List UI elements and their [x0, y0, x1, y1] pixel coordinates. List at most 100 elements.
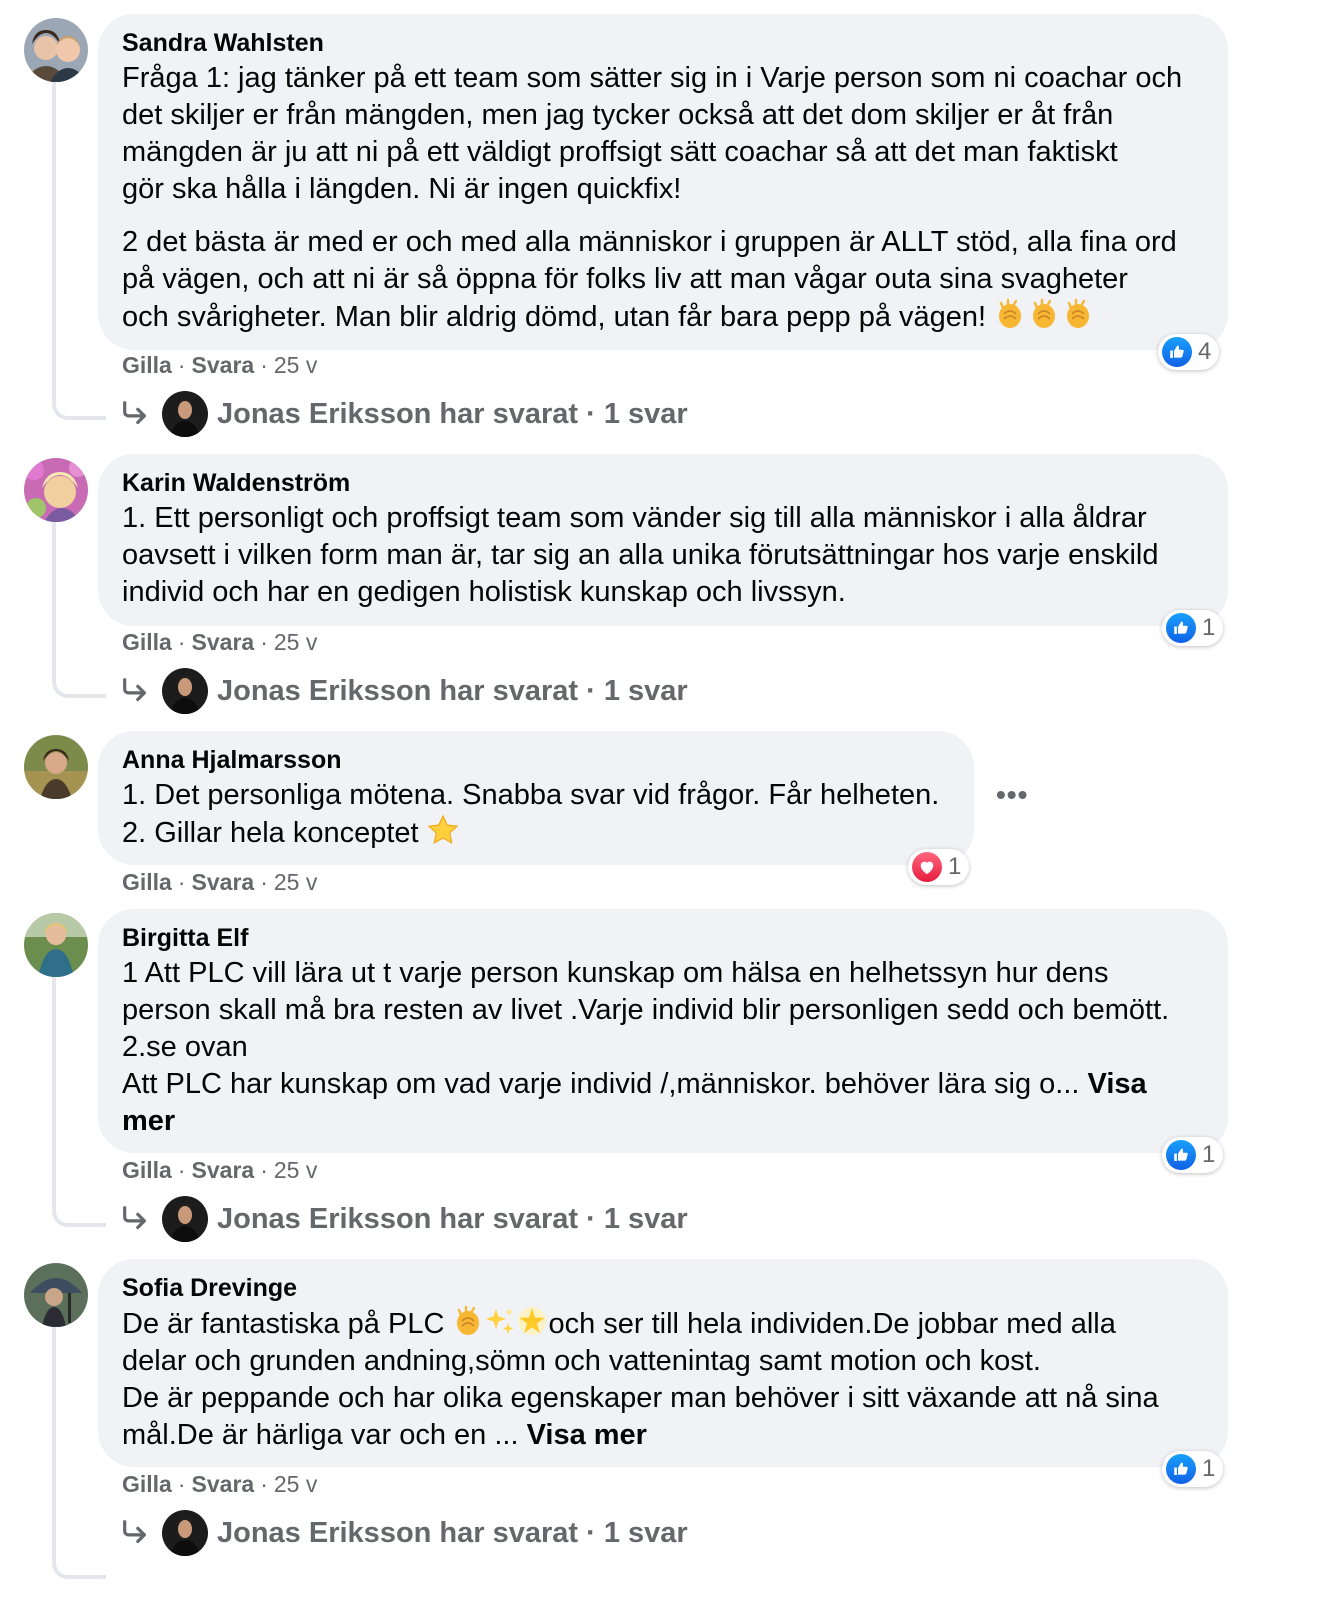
- reply-author: Jonas Eriksson har svarat: [217, 674, 579, 707]
- view-replies-link[interactable]: Jonas Eriksson har svarat · 1 svar: [120, 667, 688, 715]
- comment-line-text: De är fantastiska på PLC: [122, 1308, 445, 1340]
- comment-line: oavsett i vilken form man är, tar sig an…: [122, 539, 1159, 571]
- comment-author[interactable]: Karin Waldenström: [122, 466, 1204, 500]
- avatar[interactable]: [24, 458, 88, 522]
- comment-line-text: Att PLC har kunskap om vad varje individ…: [122, 1068, 1080, 1100]
- comment-line: 1 Att PLC vill lära ut t varje person ku…: [122, 957, 1109, 989]
- view-replies-link[interactable]: Jonas Eriksson har svarat · 1 svar: [120, 1509, 688, 1557]
- reply-link[interactable]: Svara: [192, 1471, 255, 1498]
- reply-avatar: [162, 1196, 208, 1242]
- comment-line: 1. Det personliga mötena. Snabba svar vi…: [122, 779, 940, 811]
- comment-line: 2.se ovan: [122, 1031, 248, 1063]
- reply-link[interactable]: Svara: [192, 1157, 255, 1184]
- comment-line: och svårigheter. Man blir aldrig dömd, u…: [122, 298, 1204, 336]
- comment-author[interactable]: Birgitta Elf: [122, 921, 1204, 955]
- comment-author[interactable]: Sandra Wahlsten: [122, 26, 1204, 60]
- like-reaction-icon: [1166, 613, 1196, 643]
- timestamp[interactable]: 25 v: [274, 352, 317, 379]
- like-link[interactable]: Gilla: [122, 869, 172, 896]
- more-options-icon[interactable]: •••: [996, 779, 1028, 811]
- comment-actions: Gilla · Svara · 25 v: [122, 869, 317, 896]
- comment-author[interactable]: Anna Hjalmarsson: [122, 743, 950, 777]
- comment-line: 2 det bästa är med er och med alla männi…: [122, 226, 1177, 258]
- comment-text: Fråga 1: jag tänker på ett team som sätt…: [122, 60, 1204, 336]
- reply-arrow-icon: [120, 399, 156, 429]
- comment-line: på vägen, och att ni är så öppna för fol…: [122, 263, 1128, 295]
- reaction-count: 1: [948, 853, 962, 880]
- reply-arrow-icon: [120, 1204, 156, 1234]
- reply-avatar: [162, 668, 208, 714]
- like-link[interactable]: Gilla: [122, 1471, 172, 1498]
- separator: ·: [578, 674, 604, 707]
- reaction-summary[interactable]: 4: [1158, 334, 1220, 370]
- comment-line: De är fantastiska på PLC och ser till he…: [122, 1305, 1204, 1343]
- comment-line: mål.De är härliga var och en ... Visa me…: [122, 1417, 1204, 1454]
- star-emoji-icon: [427, 814, 459, 846]
- separator: ·: [260, 629, 268, 655]
- comment-line-text: och svårigheter. Man blir aldrig dömd, u…: [122, 301, 987, 333]
- reply-count: 1 svar: [603, 1202, 688, 1235]
- comment-text: 1. Ett personligt och proffsigt team som…: [122, 500, 1204, 611]
- comment-line: De är peppande och har olika egenskaper …: [122, 1382, 1159, 1414]
- reply-arrow-icon: [120, 676, 156, 706]
- comment-bubble: Birgitta Elf 1 Att PLC vill lära ut t va…: [98, 909, 1228, 1153]
- reply-avatar: [162, 391, 208, 437]
- comment-text: 1. Det personliga mötena. Snabba svar vi…: [122, 777, 950, 852]
- comment-line: person skall må bra resten av livet .Var…: [122, 994, 1170, 1026]
- avatar[interactable]: [24, 1263, 88, 1327]
- see-more-link[interactable]: Visa mer: [527, 1419, 647, 1451]
- like-reaction-icon: [1166, 1454, 1196, 1484]
- reaction-summary[interactable]: 1: [908, 849, 970, 885]
- comment-line: gör ska hålla i längden. Ni är ingen qui…: [122, 173, 682, 205]
- comment-actions: Gilla · Svara · 25 v: [122, 629, 317, 656]
- reaction-count: 4: [1198, 338, 1212, 365]
- comment-line: Att PLC har kunskap om vad varje individ…: [122, 1066, 1172, 1140]
- comment-bubble: Sandra Wahlsten Fråga 1: jag tänker på e…: [98, 14, 1228, 350]
- comment-line: individ och har en gedigen holistisk kun…: [122, 576, 846, 608]
- comment-actions: Gilla · Svara · 25 v: [122, 1157, 317, 1184]
- like-link[interactable]: Gilla: [122, 629, 172, 656]
- like-link[interactable]: Gilla: [122, 1157, 172, 1184]
- reply-link[interactable]: Svara: [192, 352, 255, 379]
- love-reaction-icon: [912, 852, 942, 882]
- separator: ·: [578, 397, 604, 430]
- comment-bubble: Karin Waldenström 1. Ett personligt och …: [98, 454, 1228, 626]
- like-link[interactable]: Gilla: [122, 352, 172, 379]
- comment-text: De är fantastiska på PLC och ser till he…: [122, 1305, 1204, 1454]
- reply-link[interactable]: Svara: [192, 629, 255, 656]
- comment-bubble: Anna Hjalmarsson 1. Det personliga möten…: [98, 731, 974, 865]
- clap-emoji-icon: [1062, 298, 1094, 330]
- avatar[interactable]: [24, 18, 88, 82]
- comment-author[interactable]: Sofia Drevinge: [122, 1271, 1204, 1305]
- reaction-summary[interactable]: 1: [1162, 1137, 1224, 1173]
- avatar[interactable]: [24, 913, 88, 977]
- comment-actions: Gilla · Svara · 25 v: [122, 352, 317, 379]
- separator: ·: [260, 869, 268, 895]
- reply-count: 1 svar: [603, 1516, 688, 1549]
- timestamp[interactable]: 25 v: [274, 869, 317, 896]
- comment-line: 2. Gillar hela konceptet: [122, 814, 950, 852]
- separator: ·: [177, 352, 186, 378]
- comment-line: Fråga 1: jag tänker på ett team som sätt…: [122, 62, 1183, 94]
- avatar[interactable]: [24, 735, 88, 799]
- timestamp[interactable]: 25 v: [274, 1157, 317, 1184]
- reaction-count: 1: [1202, 1141, 1216, 1168]
- like-reaction-icon: [1162, 337, 1192, 367]
- view-replies-link[interactable]: Jonas Eriksson har svarat · 1 svar: [120, 390, 688, 438]
- comment-actions: Gilla · Svara · 25 v: [122, 1471, 317, 1498]
- reaction-summary[interactable]: 1: [1162, 1451, 1224, 1487]
- reply-author: Jonas Eriksson har svarat: [217, 1202, 579, 1235]
- separator: ·: [260, 1471, 268, 1497]
- reply-author: Jonas Eriksson har svarat: [217, 1516, 579, 1549]
- timestamp[interactable]: 25 v: [274, 629, 317, 656]
- view-replies-link[interactable]: Jonas Eriksson har svarat · 1 svar: [120, 1195, 688, 1243]
- reaction-summary[interactable]: 1: [1162, 610, 1224, 646]
- reply-count: 1 svar: [603, 674, 688, 707]
- reply-count: 1 svar: [603, 397, 688, 430]
- comment-line-text: mål.De är härliga var och en ...: [122, 1419, 519, 1451]
- comment-line: det skiljer er från mängden, men jag tyc…: [122, 99, 1114, 131]
- timestamp[interactable]: 25 v: [274, 1471, 317, 1498]
- reply-author: Jonas Eriksson har svarat: [217, 397, 579, 430]
- separator: ·: [177, 1157, 186, 1183]
- reply-link[interactable]: Svara: [192, 869, 255, 896]
